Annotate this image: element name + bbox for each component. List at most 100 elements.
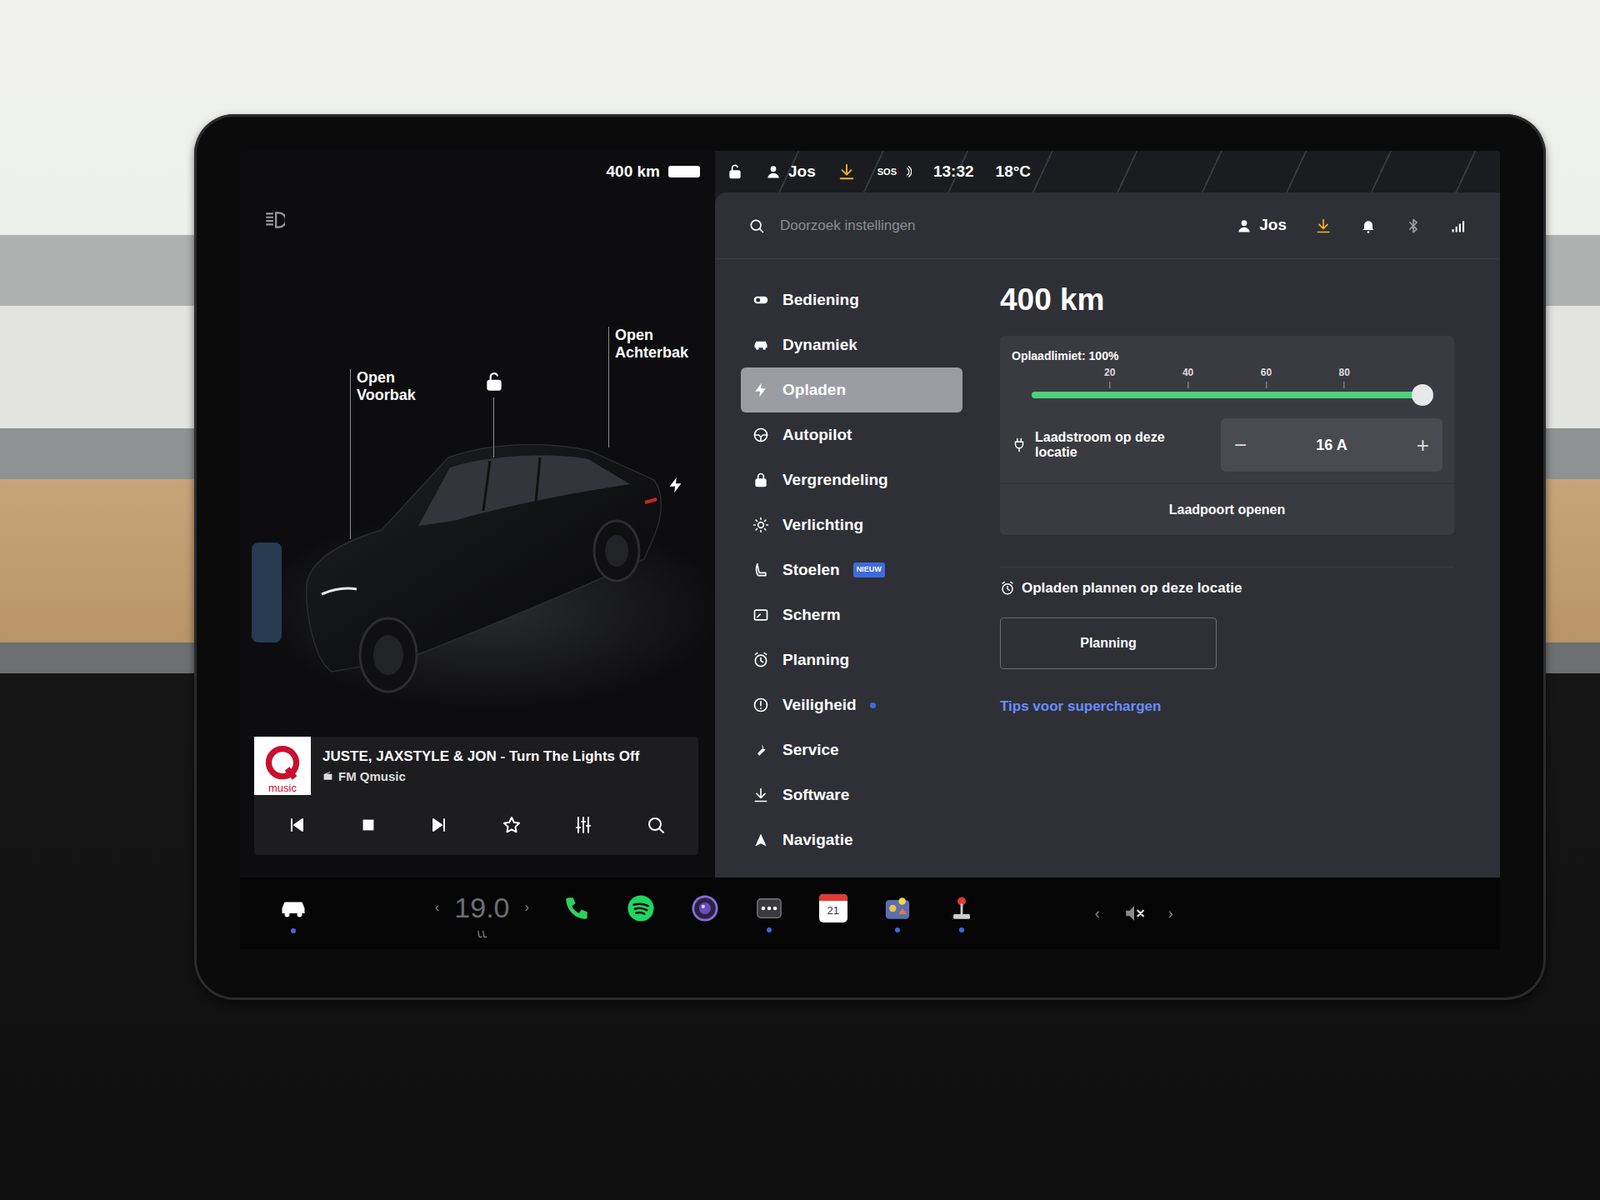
charge-card: Oplaadlimiet: 100%20406080Laadstroom op … [1000,335,1455,535]
media-player: music JUSTE, JAXSTYLE & JON - Turn The Li… [254,736,699,855]
menu-item[interactable]: Verlichting [740,502,963,548]
active-dot [702,927,708,933]
touchscreen: 400 kmOpen VoorbakOpen AchterbakmusicJUS… [240,150,1500,950]
open-frunk-button[interactable]: Open Voorbak [356,369,416,404]
user-icon [1235,217,1253,235]
open-trunk-button[interactable]: Open Achterbak [615,326,689,361]
settings-menu: Bediening Dynamiek OpladenAutopilot Vergren… [740,277,963,878]
app-button[interactable] [880,894,915,933]
sos-text[interactable]: SOS [877,165,897,180]
app-button[interactable] [945,894,979,933]
toggle-icon [752,291,770,309]
joystick-icon [947,894,976,923]
lock-line [493,397,495,458]
app-button[interactable]: 21 [816,894,850,933]
clock: 13:32 [933,160,975,185]
app-button[interactable] [624,894,658,933]
seat-icon [752,561,770,579]
car-button[interactable] [276,893,310,934]
supercharger-tips-link[interactable]: Tips voor superchargen [1000,695,1455,718]
app-button[interactable] [560,894,594,933]
scale-tick: 60 [1260,365,1272,389]
logo-text: music [268,782,297,794]
profile-name[interactable]: Jos [788,160,816,185]
menu-label: Software [782,783,850,808]
temp-down-button[interactable]: ‹ [435,897,440,918]
favorite-toggle[interactable] [501,815,522,836]
app-button[interactable] [688,894,722,933]
active-dot [638,927,644,933]
menu-label: Dynamiek [782,333,858,358]
menu-icon-wrap [752,786,770,804]
temp-up-button[interactable]: › [525,897,530,918]
menu-item[interactable]: Scherm [740,592,963,638]
equalizer-icon[interactable] [573,815,594,835]
charge-limit-slider[interactable] [1031,391,1423,399]
open-charge-port-button[interactable]: Laadpoort openen [1000,483,1455,535]
lock-status[interactable] [726,163,744,180]
decrease-button[interactable]: − [1234,434,1247,456]
seat-heater-icon[interactable] [475,929,488,941]
menu-item[interactable]: Service [740,727,963,773]
menu-item[interactable]: Navigatie [740,817,963,863]
menu-label: Vergrendeling [782,468,889,493]
menu-item[interactable]: Veiligheid [740,682,963,728]
planning-button[interactable]: Planning [1000,617,1217,670]
tick-label: 80 [1339,365,1350,380]
menu-item[interactable]: Vergrendeling [740,457,963,503]
menu-item[interactable]: Autopilot [740,412,963,458]
download-icon[interactable] [837,162,856,181]
menu-icon-wrap [752,561,770,579]
previous-icon[interactable] [286,815,307,835]
settings-search[interactable] [778,214,1223,238]
active-dot [574,927,580,933]
car-panel: 400 kmOpen VoorbakOpen AchterbakmusicJUS… [240,150,715,878]
search-icon [748,217,765,235]
bluetooth-icon[interactable] [1405,217,1422,235]
charging-settings: 400 kmOplaadlimiet: 100%20406080Laadstro… [1000,277,1455,878]
sos-signal-icon [898,165,912,179]
download-icon[interactable] [1315,217,1332,235]
active-dot [895,927,900,933]
search-icon[interactable] [645,815,666,835]
radio-icon [322,770,334,782]
menu-icon-wrap [752,336,770,354]
menu-label: Planning [782,648,850,673]
slider-thumb[interactable] [1411,384,1434,406]
scale-tick: 80 [1339,365,1350,389]
menu-icon-wrap [752,741,770,759]
auto-headlight-icon[interactable] [263,209,285,231]
station-logo: music [254,736,311,795]
menu-item[interactable]: Planning [740,637,963,683]
app-button[interactable] [752,894,786,933]
car-view: Open Voorbak Open Achterbak [240,192,715,737]
bell-icon[interactable] [1360,217,1377,235]
menu-item[interactable]: Bediening [740,277,963,323]
calendar-day: 21 [819,900,848,921]
menu-icon-wrap [752,291,770,309]
volume-down-button[interactable]: ‹ [1095,902,1100,925]
track-title: JUSTE, JAXSTYLE & JON - Turn The Lights … [322,745,640,768]
app-launcher: 21 [560,894,979,933]
camera-icon [690,894,720,923]
stop-icon[interactable] [359,815,378,835]
volume-up-button[interactable]: › [1168,902,1174,925]
profile-name[interactable]: Jos [1259,213,1287,238]
next-icon[interactable] [429,815,450,835]
increase-button[interactable]: + [1416,434,1430,456]
star-icon [501,815,522,835]
volume-control: ‹› [1095,902,1174,925]
menu-item[interactable]: Software [740,772,963,818]
car-lock[interactable] [483,370,505,393]
menu-item[interactable]: StoelenNIEUW [740,547,963,593]
screen-bezel: 400 kmOpen VoorbakOpen AchterbakmusicJUS… [194,114,1546,1000]
alarm-icon [752,651,770,669]
menu-item[interactable]: Opladen [740,367,963,413]
settings-panel: JosSOS13:3218°CJosBedieningDynamiekOplad… [715,150,1500,878]
mute-button[interactable] [1123,902,1145,925]
menu-item[interactable]: Dynamiek [740,322,963,368]
tick-label: 20 [1104,365,1115,380]
scale-tick: 20 [1104,365,1115,389]
charging-indicator[interactable] [666,474,685,495]
menu-icon-wrap [752,426,770,444]
